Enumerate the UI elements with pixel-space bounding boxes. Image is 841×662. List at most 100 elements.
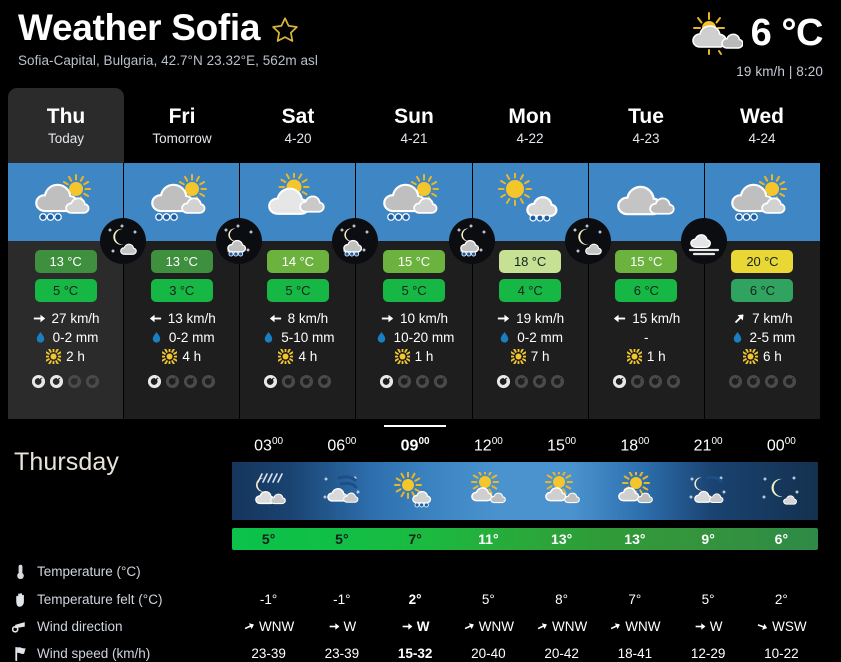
max-temp-badge: 13 °C <box>34 250 97 273</box>
wind-row: 7 km/h <box>732 311 793 326</box>
precipitation-value: - <box>644 330 649 345</box>
forecast-card[interactable]: 13 °C 5 °C 27 km/h 0-2 mm 2 h <box>8 163 147 419</box>
water-drop-icon <box>730 330 745 345</box>
hourly-temp-value: 13° <box>624 531 646 547</box>
wind-direction-arrow-icon <box>401 620 415 634</box>
detail-value-cell: WNW <box>525 619 598 634</box>
day-tab-date: Tomorrow <box>152 131 212 147</box>
precipitation-row: 2-5 mm <box>730 330 795 345</box>
wind-row: 13 km/h <box>148 311 216 326</box>
day-tab-sat[interactable]: Sat 4-20 <box>240 88 356 163</box>
wind-direction-arrow-icon <box>463 620 477 634</box>
detail-row: Wind direction WNW W W WNW WNW WNW W WSW <box>0 613 841 640</box>
detail-value: 20-40 <box>471 646 506 661</box>
star-outline-icon[interactable] <box>270 15 300 45</box>
day-tab-fri[interactable]: Fri Tomorrow <box>124 88 240 163</box>
hour-value: 21 <box>693 437 712 454</box>
hourly-grid: 0300 0600 0900 1200 1500 1800 2100 0000 5° 5° 7° 1… <box>232 424 818 550</box>
reliability-indicator <box>496 374 565 389</box>
sun-cloud-wind-icon <box>598 462 671 520</box>
hour-time-cell[interactable]: 1200 <box>452 424 525 458</box>
moon-cloud-icon <box>564 218 611 264</box>
sunshine-value: 4 h <box>298 349 318 364</box>
hour-time-cell[interactable]: 0300 <box>232 424 305 458</box>
water-drop-icon <box>33 330 48 345</box>
hourly-temperature-bar: 5° 5° 7° 11° 13° 13° 9° 6° <box>232 528 818 550</box>
sunshine-value: 1 h <box>646 349 666 364</box>
hour-time-cell[interactable]: 2100 <box>672 424 745 458</box>
hour-value: 09 <box>400 437 419 454</box>
minute-value: 00 <box>491 435 503 447</box>
detail-value: WNW <box>625 619 661 634</box>
forecast-card[interactable]: 13 °C 3 °C 13 km/h 0-2 mm 4 h <box>124 163 263 419</box>
detail-value-cell: WSW <box>745 619 818 634</box>
rain-cloud-night-icon <box>448 218 495 264</box>
sunshine-row: 1 h <box>394 349 434 364</box>
wind-direction-arrow-icon <box>536 620 550 634</box>
arrow-east-icon <box>32 311 47 326</box>
detail-value: 8° <box>555 592 569 607</box>
day-metrics: 7 km/h 2-5 mm 6 h <box>730 311 795 364</box>
minute-value: 00 <box>711 435 723 447</box>
day-tab-tue[interactable]: Tue 4-23 <box>588 88 704 163</box>
forecast-card[interactable]: 15 °C 6 °C 15 km/h - 1 h <box>588 163 727 419</box>
reliability-dot <box>728 374 743 389</box>
sunshine-row: 2 h <box>46 349 85 364</box>
hourly-temp-value: 13° <box>551 531 573 547</box>
sun-hours-icon <box>394 349 410 364</box>
day-tab-date: 4-24 <box>748 131 776 147</box>
min-temp-badge: 4 °C <box>499 279 562 302</box>
reliability-indicator <box>31 374 100 389</box>
location-subtitle: Sofia-Capital, Bulgaria, 42.7°N 23.32°E,… <box>18 52 318 68</box>
detail-value: 7° <box>628 592 642 607</box>
detail-label-text: Temperature (°C) <box>37 563 141 579</box>
reliability-dot <box>165 374 180 389</box>
forecast-card[interactable]: 18 °C 4 °C 19 km/h 0-2 mm 7 h <box>472 163 611 419</box>
detail-values: 5°5°7°11°13°13°9°6° <box>232 564 818 579</box>
forecast-card[interactable]: 14 °C 5 °C 8 km/h 5-10 mm 4 h <box>240 163 379 419</box>
sun-hours-icon <box>626 349 642 364</box>
reliability-dot <box>147 374 162 389</box>
forecast-card[interactable]: 15 °C 5 °C 10 km/h 10-20 mm 1 h <box>356 163 495 419</box>
sunshine-value: 7 h <box>530 349 550 364</box>
precipitation-row: 10-20 mm <box>374 330 454 345</box>
hour-time-cell[interactable]: 0000 <box>745 424 818 458</box>
detail-value: 10-22 <box>764 646 799 661</box>
hour-time-cell[interactable]: 1500 <box>525 424 598 458</box>
day-tab-wed[interactable]: Wed 4-24 <box>704 88 820 163</box>
detail-value-cell: W <box>672 619 745 634</box>
max-temp-badge: 13 °C <box>150 250 213 273</box>
detail-row: Temperature felt (°C) -1° -1° 2° 5° 8° 7° 5° 2° <box>0 586 841 613</box>
detail-row: Wind speed (km/h) 23-39 23-39 15-32 20-40 20… <box>0 640 841 662</box>
sunshine-row: 4 h <box>162 349 201 364</box>
sunshine-value: 1 h <box>414 349 434 364</box>
day-tab-thu[interactable]: Thu Today <box>8 88 124 163</box>
detail-value: W <box>343 619 357 634</box>
reliability-dot <box>514 374 529 389</box>
hourly-times-row: 0300 0600 0900 1200 1500 1800 2100 0000 <box>232 424 818 458</box>
hour-time-cell[interactable]: 0900 <box>379 424 452 458</box>
forecast-card[interactable]: 20 °C 6 °C 7 km/h 2-5 mm 6 h <box>704 163 820 419</box>
detail-value-cell: WNW <box>232 619 305 634</box>
min-temp-badge: 5 °C <box>266 279 329 302</box>
precipitation-value: 0-2 mm <box>517 330 563 345</box>
current-conditions: 6 °C 19 km/h | 8:20 <box>687 10 824 79</box>
hour-time-cell[interactable]: 0600 <box>305 424 378 458</box>
reliability-indicator <box>612 374 681 389</box>
water-drop-icon <box>374 330 389 345</box>
detail-value: 23-39 <box>324 646 360 661</box>
reliability-indicator <box>263 374 332 389</box>
sunshine-row: 7 h <box>510 349 550 364</box>
sun-hours-icon <box>510 349 526 364</box>
reliability-dot <box>630 374 645 389</box>
day-tab-mon[interactable]: Mon 4-22 <box>472 88 588 163</box>
day-tab-sun[interactable]: Sun 4-21 <box>356 88 472 163</box>
wind-direction-arrow-icon <box>756 620 770 634</box>
hourly-temp-value: 6° <box>774 531 789 547</box>
day-metrics: 27 km/h 0-2 mm 2 h <box>32 311 100 364</box>
detail-value: WNW <box>259 619 295 634</box>
hour-value: 00 <box>766 437 785 454</box>
hour-time-cell[interactable]: 1800 <box>598 424 671 458</box>
max-temp-badge: 20 °C <box>731 250 794 273</box>
minute-value: 00 <box>784 435 796 447</box>
